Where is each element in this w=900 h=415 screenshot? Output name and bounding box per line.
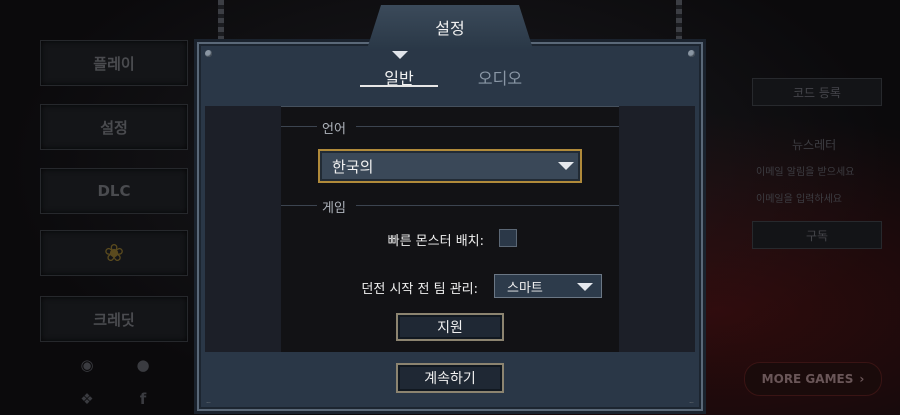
language-dropdown[interactable]: 한국의: [318, 149, 582, 183]
more-games-label: MORE GAMES: [761, 372, 854, 386]
newsletter-text-2: 이메일을 입력하세요: [756, 194, 842, 205]
team-manage-label: 던전 시작 전 팀 관리:: [361, 282, 478, 297]
subscribe-button: 구독: [752, 221, 882, 249]
menu-settings-button: 설정: [40, 104, 188, 150]
newsletter-heading: 뉴스레터: [792, 138, 837, 152]
menu-achievements-button: ❀: [40, 230, 188, 276]
menu-settings-label: 설정: [100, 118, 128, 137]
section-divider: [281, 205, 317, 206]
continue-button[interactable]: 계속하기: [396, 363, 504, 393]
game-section-label: 게임: [322, 201, 346, 216]
dropdown-arrow-icon: [577, 283, 593, 291]
content-side-panel-left: [205, 106, 281, 352]
dialog-title-plate: 설정: [367, 5, 533, 49]
twitter-icon: ❖: [80, 390, 94, 408]
language-selected-value: 한국의: [332, 157, 374, 176]
discord-icon: ◉: [80, 356, 94, 374]
menu-dlc-label: DLC: [97, 182, 131, 200]
newsletter-text-1: 이메일 알림을 받으세요: [756, 167, 855, 178]
dropdown-arrow-icon: [558, 162, 574, 170]
tab-general-underline: [360, 85, 438, 87]
tab-indicator-icon: [392, 51, 408, 59]
continue-button-label: 계속하기: [424, 371, 476, 387]
support-button[interactable]: 지원: [396, 313, 504, 341]
menu-play-button: 플레이: [40, 40, 188, 86]
section-divider: [281, 126, 317, 127]
support-button-label: 지원: [437, 320, 463, 336]
reddit-icon: ●: [136, 356, 150, 374]
menu-credits-label: 크레딧: [93, 310, 135, 329]
language-section-label: 언어: [322, 122, 346, 137]
section-divider: [356, 126, 619, 127]
content-side-panel-right: [619, 106, 695, 352]
dialog-title: 설정: [435, 19, 465, 38]
fast-monster-checkbox[interactable]: [499, 229, 517, 247]
tab-audio[interactable]: 오디오: [464, 65, 536, 89]
team-manage-value: 스마트: [507, 280, 543, 296]
facebook-icon: f: [139, 390, 147, 408]
rivet-icon: [688, 50, 695, 57]
code-register-label: 코드 등록: [793, 85, 841, 100]
menu-play-label: 플레이: [93, 54, 135, 73]
chevron-right-icon: ›: [859, 372, 865, 386]
menu-credits-button: 크레딧: [40, 296, 188, 342]
code-register-button: 코드 등록: [752, 78, 882, 106]
chain-right: [676, 0, 682, 40]
more-games-button: MORE GAMES ›: [744, 362, 882, 396]
ribbon-badge-icon: ❀: [103, 239, 125, 267]
rivet-icon: [205, 50, 212, 57]
menu-dlc-button: DLC: [40, 168, 188, 214]
team-manage-dropdown[interactable]: 스마트: [494, 274, 602, 298]
chain-left: [218, 0, 224, 40]
subscribe-label: 구독: [805, 228, 829, 243]
fast-monster-label: 빠른 몬스터 배치:: [387, 234, 484, 249]
section-divider: [356, 205, 619, 206]
